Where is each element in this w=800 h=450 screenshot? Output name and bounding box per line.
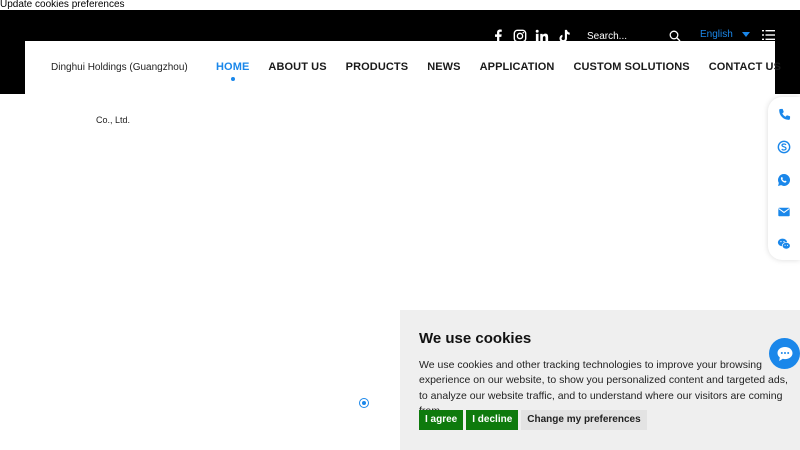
chat-button[interactable] (769, 338, 800, 369)
nav-contact-us[interactable]: CONTACT US (709, 61, 781, 73)
skype-icon[interactable] (777, 140, 791, 154)
wechat-icon[interactable] (777, 237, 791, 251)
cookie-banner-title: We use cookies (419, 330, 532, 347)
language-label: English (700, 29, 733, 40)
email-icon[interactable] (777, 205, 791, 219)
brand-name[interactable]: Dinghui Holdings (Guangzhou) (51, 62, 188, 73)
chat-icon (777, 346, 792, 361)
nav-home[interactable]: HOME (216, 61, 249, 81)
contact-sidebar (768, 97, 800, 260)
slider-pagination-dot[interactable] (359, 398, 369, 408)
menu-icon[interactable] (762, 29, 775, 41)
language-selector[interactable]: English (700, 29, 750, 40)
cookie-decline-button[interactable]: I decline (466, 410, 519, 430)
whatsapp-icon[interactable] (777, 173, 791, 187)
chevron-down-icon (741, 32, 750, 37)
nav-products[interactable]: PRODUCTS (346, 61, 409, 73)
page: Update cookies preferences English (0, 0, 800, 450)
nav-about-us[interactable]: ABOUT US (268, 61, 326, 73)
nav-application[interactable]: APPLICATION (480, 61, 555, 73)
main-nav: HOME ABOUT US PRODUCTS NEWS APPLICATION … (216, 61, 781, 81)
main-navbar: Dinghui Holdings (Guangzhou) HOME ABOUT … (25, 41, 781, 94)
phone-icon[interactable] (777, 108, 791, 122)
cookie-agree-button[interactable]: I agree (419, 410, 464, 430)
cookie-preferences-button[interactable]: Change my preferences (521, 410, 647, 430)
cookie-banner: We use cookies We use cookies and other … (400, 310, 800, 450)
update-cookies-link[interactable]: Update cookies preferences (0, 0, 129, 10)
brand-name-continued: Co., Ltd. (96, 115, 131, 125)
cookie-buttons: I agree I decline Change my preferences (419, 410, 647, 430)
nav-custom-solutions[interactable]: CUSTOM SOLUTIONS (573, 61, 689, 73)
nav-news[interactable]: NEWS (427, 61, 460, 73)
